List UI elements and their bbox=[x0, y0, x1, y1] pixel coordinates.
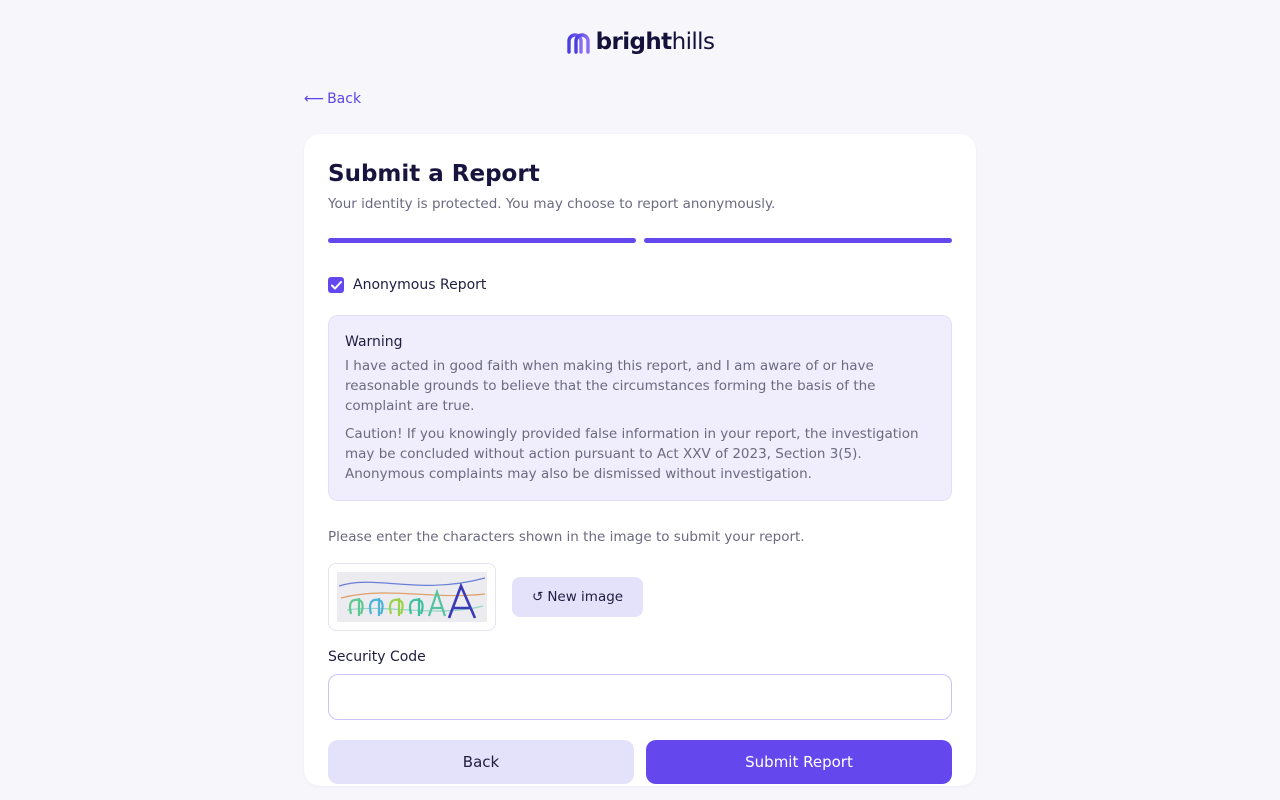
back-link-label: Back bbox=[327, 91, 362, 107]
warning-paragraph-2: Caution! If you knowingly provided false… bbox=[345, 426, 919, 482]
anonymous-label[interactable]: Anonymous Report bbox=[353, 277, 486, 293]
page-subtitle: Your identity is protected. You may choo… bbox=[328, 196, 776, 212]
security-code-input[interactable] bbox=[328, 674, 952, 720]
anonymous-checkbox[interactable] bbox=[328, 277, 344, 293]
progress-step-2 bbox=[644, 238, 952, 243]
progress-step-1 bbox=[328, 238, 636, 243]
captcha-image bbox=[337, 572, 487, 622]
warning-box: Warning I have acted in good faith when … bbox=[328, 315, 952, 501]
header: brighthills bbox=[0, 0, 1280, 85]
back-link[interactable]: ⟵ Back bbox=[304, 91, 361, 107]
captcha-frame bbox=[328, 563, 496, 631]
warning-paragraph-1: I have acted in good faith when making t… bbox=[345, 358, 876, 414]
report-form-card: Submit a Report Your identity is protect… bbox=[304, 134, 976, 786]
back-button[interactable]: Back bbox=[328, 740, 634, 784]
brand-logo[interactable]: brighthills bbox=[566, 28, 715, 56]
refresh-icon: ↺ bbox=[532, 589, 544, 605]
anonymous-option[interactable]: Anonymous Report bbox=[328, 277, 952, 293]
captcha-instruction: Please enter the characters shown in the… bbox=[328, 529, 805, 545]
bridge-arc-icon bbox=[566, 33, 590, 54]
step-progress bbox=[328, 238, 952, 243]
arrow-left-icon: ⟵ bbox=[304, 91, 325, 107]
warning-title: Warning bbox=[345, 334, 403, 350]
form-actions: Back Submit Report bbox=[328, 740, 952, 784]
captcha-row: ↺ New image bbox=[328, 563, 952, 631]
submit-report-button[interactable]: Submit Report bbox=[646, 740, 952, 784]
new-image-button[interactable]: ↺ New image bbox=[512, 577, 644, 617]
new-image-label: New image bbox=[547, 589, 624, 605]
security-code-label: Security Code bbox=[328, 649, 426, 665]
brand-name: brighthills bbox=[595, 29, 715, 55]
checkmark-icon bbox=[330, 280, 342, 289]
page-title: Submit a Report bbox=[328, 161, 540, 187]
